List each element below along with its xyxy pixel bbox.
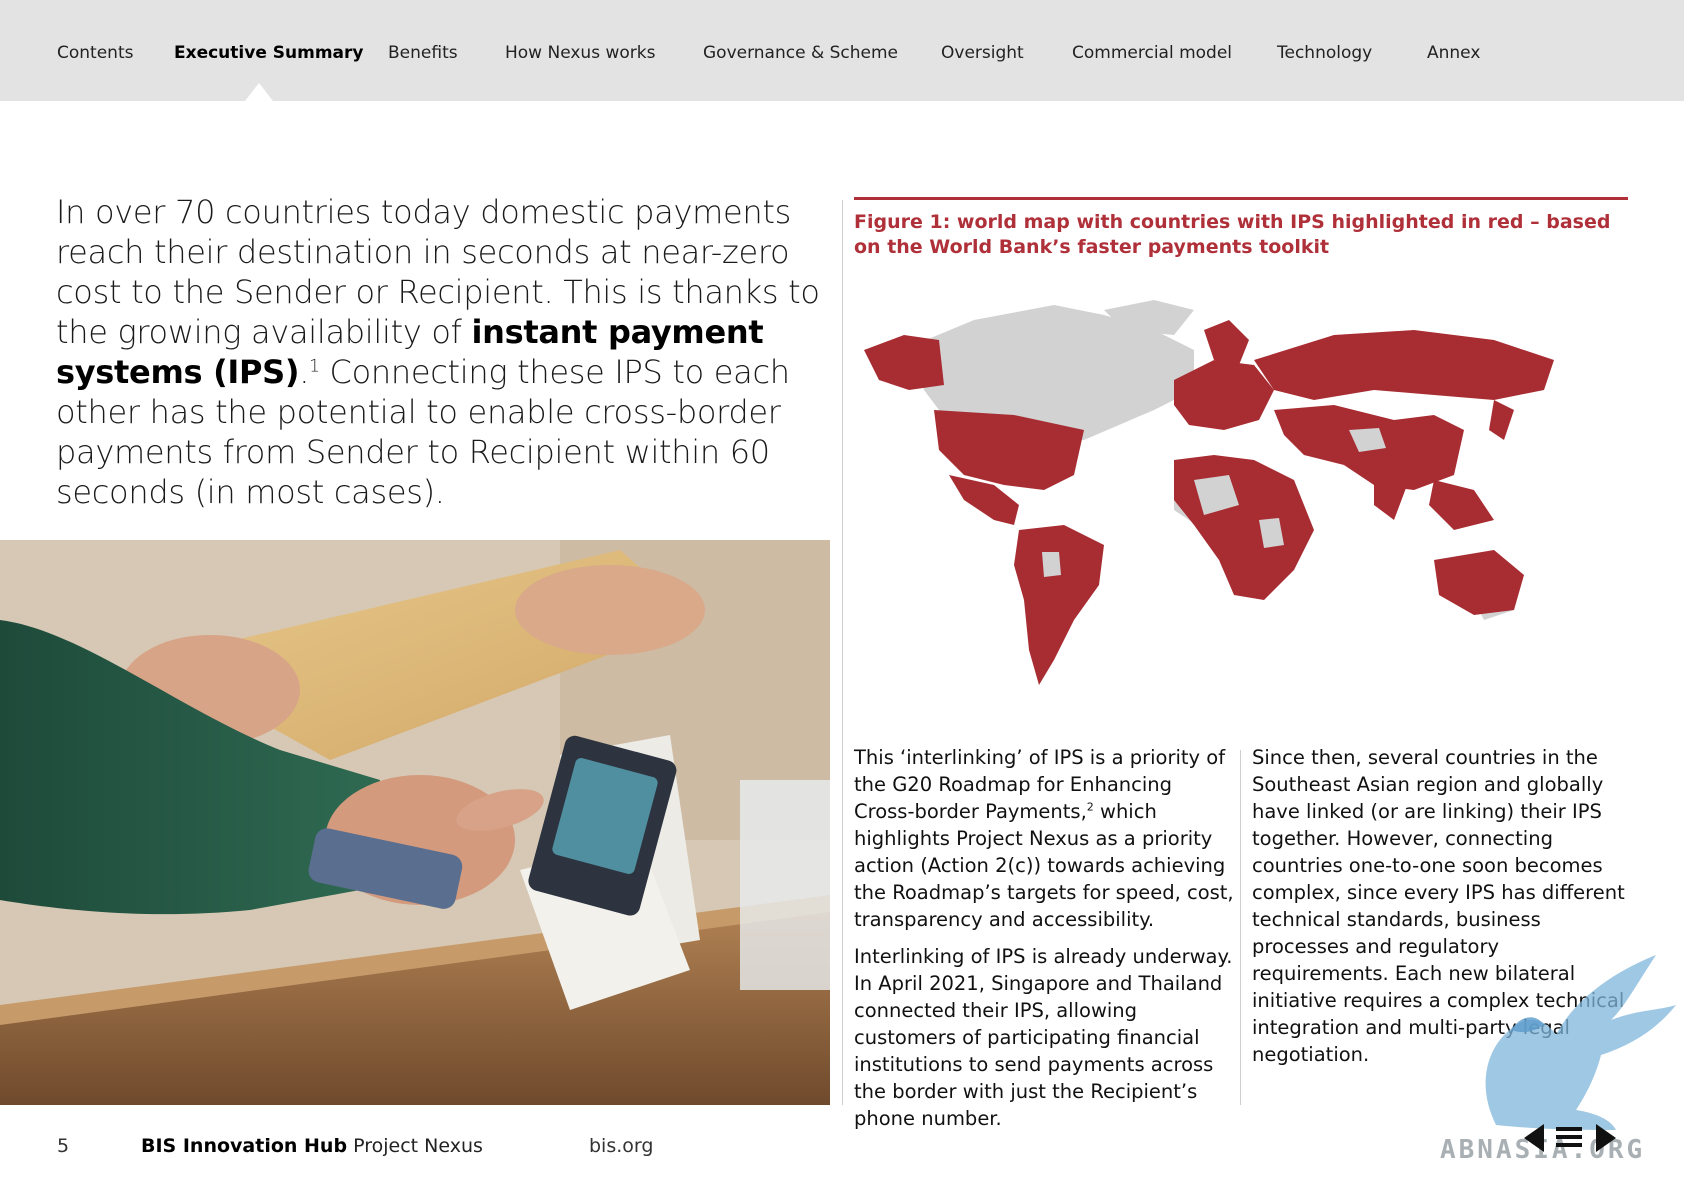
footer-org: BIS Innovation Hub Project Nexus <box>141 1135 483 1157</box>
japan <box>1489 400 1514 440</box>
text-column-divider <box>1240 750 1241 1105</box>
body-paragraph: This ‘interlinking’ of IPS is a priority… <box>854 744 1234 933</box>
intro-paragraph: In over 70 countries today domestic paym… <box>56 192 836 512</box>
payment-photo-illustration <box>0 540 830 1105</box>
australia <box>1434 550 1524 615</box>
page-controls <box>1524 1124 1616 1152</box>
south-america <box>1014 525 1104 685</box>
russia <box>1254 330 1554 400</box>
world-map <box>854 290 1628 720</box>
intro-period: . <box>299 353 310 391</box>
southeast-asia <box>1429 480 1494 530</box>
nav-annex[interactable]: Annex <box>1427 43 1480 63</box>
footer-project-name: Project Nexus <box>347 1135 483 1157</box>
nav-technology[interactable]: Technology <box>1277 43 1372 63</box>
body-paragraph: Interlinking of IPS is already underway.… <box>854 945 1233 1130</box>
page-number: 5 <box>57 1135 70 1157</box>
active-tab-indicator <box>245 83 273 101</box>
nav-commercial-model[interactable]: Commercial model <box>1072 43 1232 63</box>
africa <box>1174 455 1314 600</box>
figure-rule <box>854 197 1628 200</box>
nav-benefits[interactable]: Benefits <box>388 43 458 63</box>
footer-org-name: BIS Innovation Hub <box>141 1135 348 1157</box>
nav-contents[interactable]: Contents <box>57 43 133 63</box>
world-map-svg <box>864 300 1554 685</box>
nav-executive-summary[interactable]: Executive Summary <box>174 43 363 63</box>
footnote-2[interactable]: 2 <box>1087 801 1094 814</box>
top-navigation: Contents Executive Summary Benefits How … <box>0 0 1684 101</box>
footnote-1[interactable]: 1 <box>309 356 320 376</box>
payment-photo <box>0 540 830 1105</box>
next-arrow-icon[interactable] <box>1596 1124 1616 1152</box>
scandinavia <box>1204 320 1249 365</box>
prev-arrow-icon[interactable] <box>1524 1124 1544 1152</box>
body-column-left: This ‘interlinking’ of IPS is a priority… <box>854 744 1234 1142</box>
footer-link[interactable]: bis.org <box>589 1135 653 1157</box>
alaska <box>864 335 944 390</box>
nav-governance-scheme[interactable]: Governance & Scheme <box>703 43 898 63</box>
nav-oversight[interactable]: Oversight <box>941 43 1024 63</box>
menu-icon[interactable] <box>1556 1127 1582 1147</box>
body-text: This ‘interlinking’ of IPS is a priority… <box>854 746 1226 823</box>
column-divider <box>842 200 843 1105</box>
nav-how-nexus-works[interactable]: How Nexus works <box>505 43 655 63</box>
figure-caption: Figure 1: world map with countries with … <box>854 211 1611 258</box>
